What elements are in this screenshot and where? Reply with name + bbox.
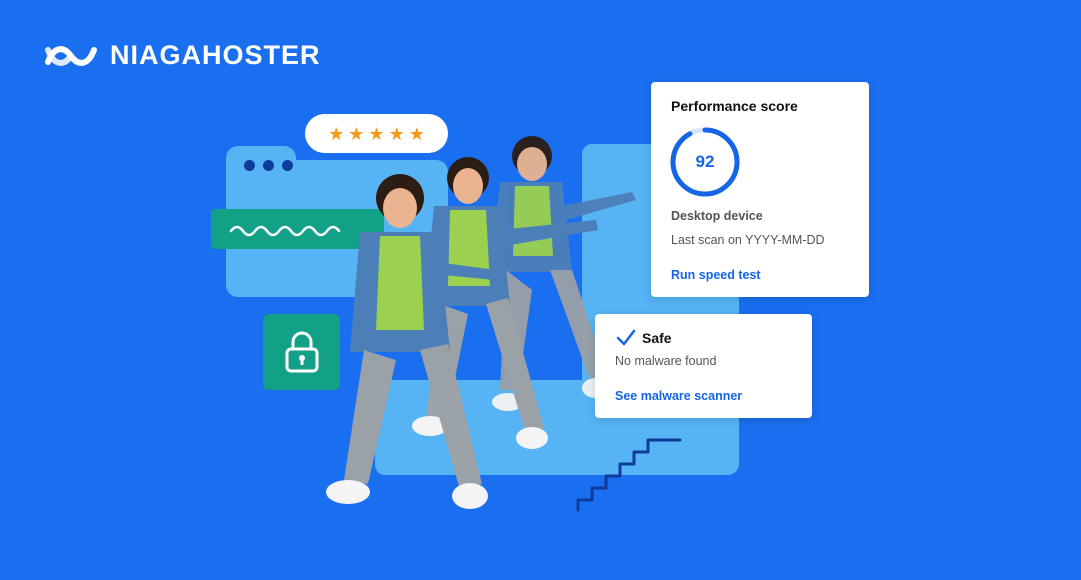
niagahoster-wave-icon — [45, 45, 97, 66]
window-dot — [244, 160, 255, 171]
performance-score-card: Performance score 92 Desktop device Last… — [651, 82, 869, 297]
malware-message: No malware found — [615, 354, 717, 368]
performance-card-title: Performance score — [671, 98, 798, 114]
window-dots — [244, 160, 293, 171]
run-speed-test-link[interactable]: Run speed test — [671, 268, 761, 282]
window-dot — [282, 160, 293, 171]
performance-score-value: 92 — [695, 152, 715, 171]
malware-status-card: Safe No malware found See malware scanne… — [595, 314, 812, 418]
check-icon — [616, 329, 636, 346]
see-malware-scanner-link[interactable]: See malware scanner — [615, 389, 742, 403]
window-dot — [263, 160, 274, 171]
brand-logo: NIAGAHOSTER — [42, 40, 321, 71]
brand-name: NIAGAHOSTER — [110, 40, 321, 70]
last-scan-text: Last scan on YYYY-MM-DD — [671, 233, 825, 247]
device-label: Desktop device — [671, 209, 763, 223]
safe-status-title: Safe — [642, 330, 672, 346]
